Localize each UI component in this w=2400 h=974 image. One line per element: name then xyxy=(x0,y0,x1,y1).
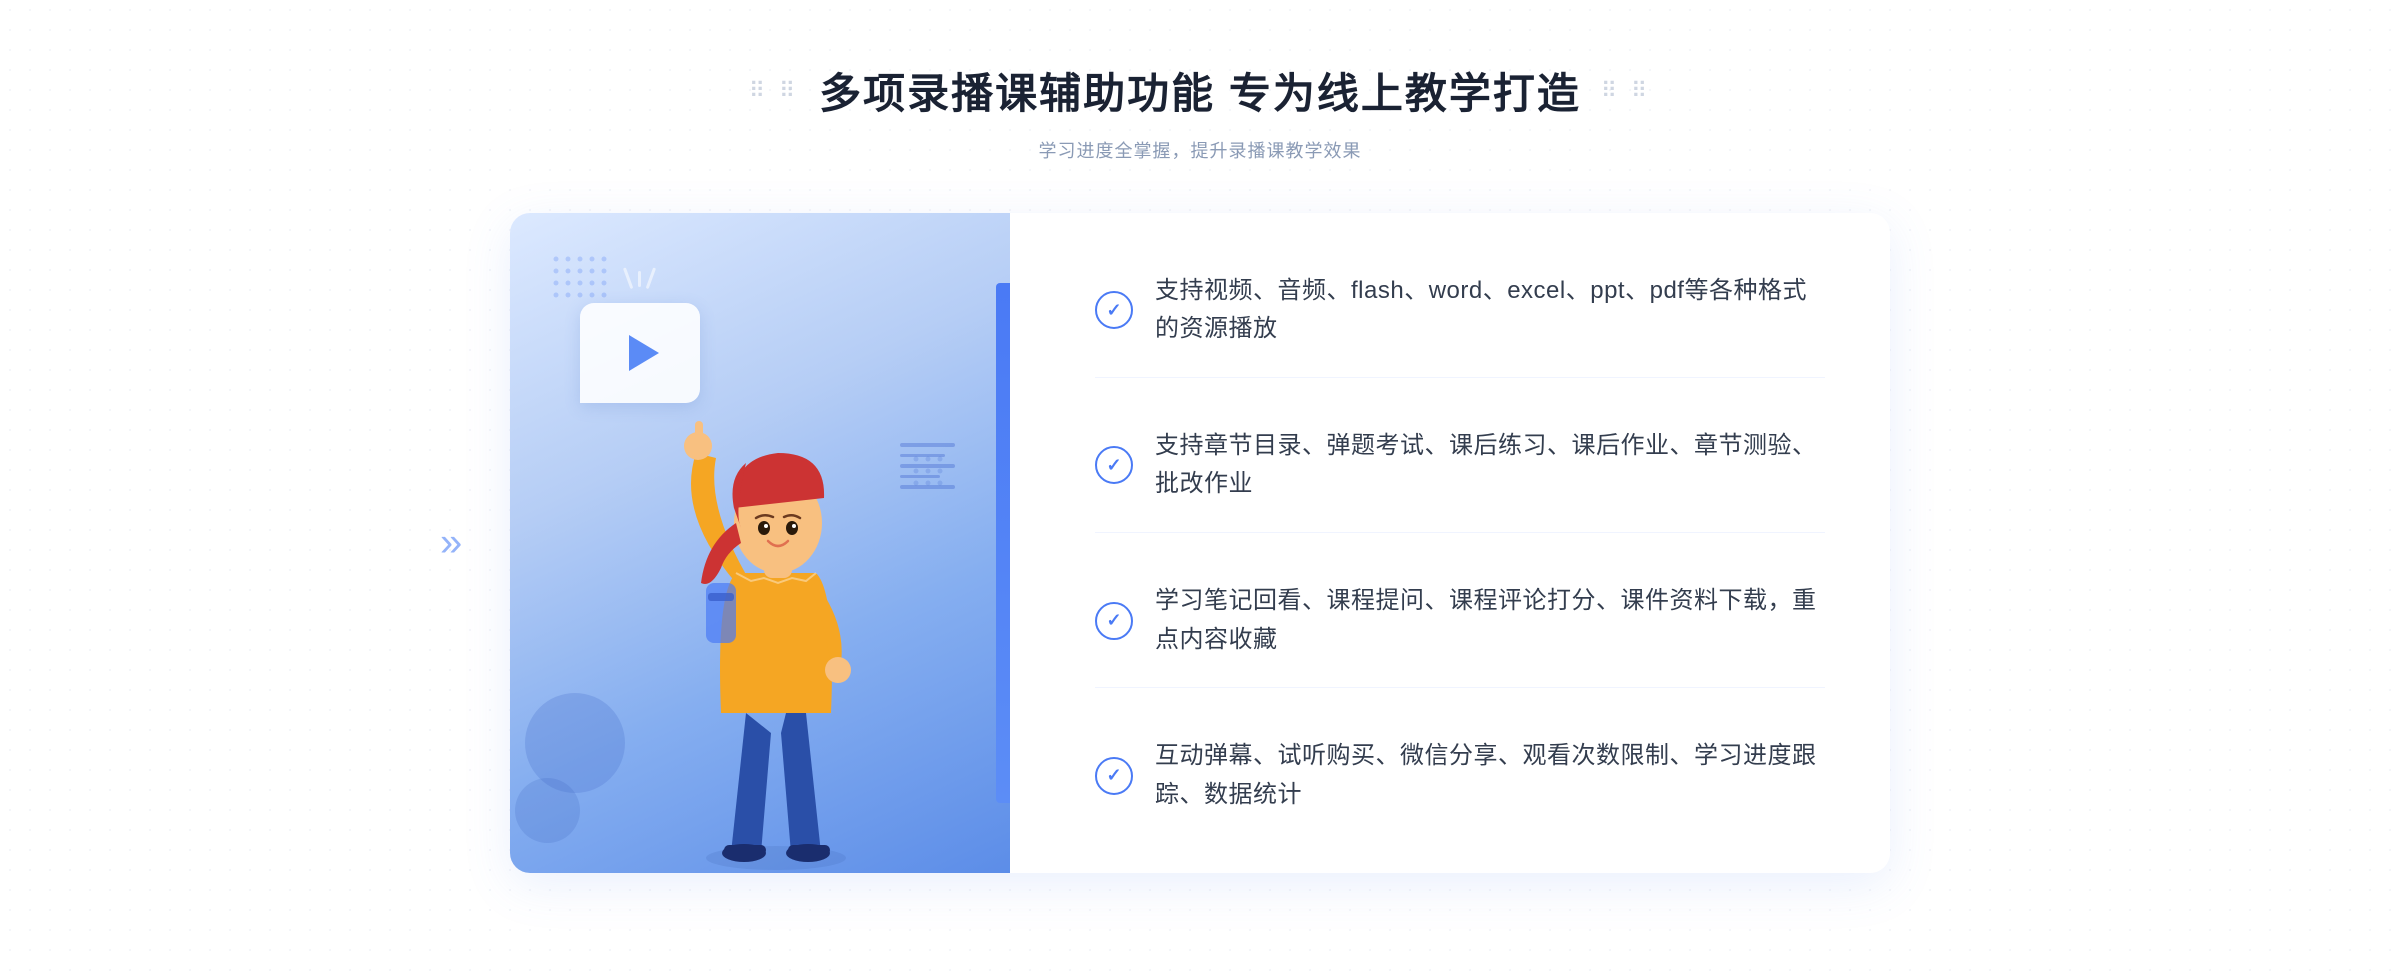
dots-left-decoration: ⠿ ⠿ xyxy=(749,78,799,104)
sub-title: 学习进度全掌握，提升录播课教学效果 xyxy=(749,137,1651,163)
character-illustration xyxy=(616,313,936,873)
feature-item-1: ✓ 支持视频、音频、flash、word、excel、ppt、pdf等各种格式的… xyxy=(1095,244,1825,378)
deco-circle-small xyxy=(515,778,580,843)
check-icon-3: ✓ xyxy=(1095,602,1133,640)
left-arrow-decoration: » xyxy=(440,521,462,566)
stripe-decoration xyxy=(900,443,955,489)
content-wrapper: » xyxy=(510,213,1890,873)
page-container: ⠿ ⠿ 多项录播课辅助功能 专为线上教学打造 ⠿ ⠿ 学习进度全掌握，提升录播课… xyxy=(0,0,2400,974)
blue-vertical-bar xyxy=(996,283,1010,803)
feature-item-3: ✓ 学习笔记回看、课程提问、课程评论打分、课件资料下载，重点内容收藏 xyxy=(1095,554,1825,688)
light-rays xyxy=(628,271,651,293)
feature-text-3: 学习笔记回看、课程提问、课程评论打分、课件资料下载，重点内容收藏 xyxy=(1155,582,1825,659)
title-row: ⠿ ⠿ 多项录播课辅助功能 专为线上教学打造 ⠿ ⠿ xyxy=(749,60,1651,121)
feature-text-4: 互动弹幕、试听购买、微信分享、观看次数限制、学习进度跟踪、数据统计 xyxy=(1155,737,1825,814)
feature-item-4: ✓ 互动弹幕、试听购买、微信分享、观看次数限制、学习进度跟踪、数据统计 xyxy=(1095,709,1825,842)
features-panel: ✓ 支持视频、音频、flash、word、excel、ppt、pdf等各种格式的… xyxy=(1010,213,1890,873)
check-icon-1: ✓ xyxy=(1095,291,1133,329)
check-icon-4: ✓ xyxy=(1095,757,1133,795)
illustration-panel xyxy=(510,213,1010,873)
check-icon-2: ✓ xyxy=(1095,446,1133,484)
header-section: ⠿ ⠿ 多项录播课辅助功能 专为线上教学打造 ⠿ ⠿ 学习进度全掌握，提升录播课… xyxy=(749,60,1651,163)
feature-text-1: 支持视频、音频、flash、word、excel、ppt、pdf等各种格式的资源… xyxy=(1155,272,1825,349)
feature-item-2: ✓ 支持章节目录、弹题考试、课后练习、课后作业、章节测验、批改作业 xyxy=(1095,399,1825,533)
main-title: 多项录播课辅助功能 专为线上教学打造 xyxy=(819,60,1581,121)
feature-text-2: 支持章节目录、弹题考试、课后练习、课后作业、章节测验、批改作业 xyxy=(1155,427,1825,504)
dots-right-decoration: ⠿ ⠿ xyxy=(1601,78,1651,104)
